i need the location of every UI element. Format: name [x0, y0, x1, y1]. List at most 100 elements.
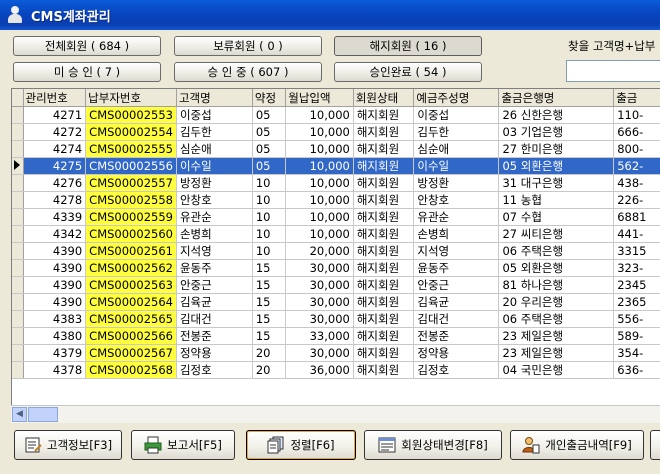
- table-cell[interactable]: CMS00002567: [85, 344, 177, 362]
- table-row[interactable]: 4278 CMS00002558 안창호 10 10,000 해지회원 안창호 11 농협 22…: [12, 191, 660, 209]
- table-cell[interactable]: 해지회원: [353, 174, 415, 192]
- table-row[interactable]: 4380 CMS00002566 전봉준 15 33,000 해지회원 전봉준 23 제일은행…: [12, 327, 660, 345]
- table-cell[interactable]: 해지회원: [353, 310, 415, 328]
- table-cell[interactable]: 26 신한은행: [498, 106, 615, 124]
- table-cell[interactable]: 해지회원: [353, 259, 415, 277]
- report-button[interactable]: 보고서[F5]: [131, 430, 235, 460]
- table-cell[interactable]: 6881: [613, 208, 660, 226]
- table-cell[interactable]: 김두한: [413, 123, 500, 141]
- table-cell[interactable]: 05 외환은행: [498, 157, 615, 175]
- table-cell[interactable]: 해지회원: [353, 157, 415, 175]
- table-cell[interactable]: 10: [252, 174, 287, 192]
- table-cell[interactable]: 김육균: [413, 293, 500, 311]
- table-cell[interactable]: 562-: [613, 157, 660, 175]
- table-cell[interactable]: 해지회원: [353, 344, 415, 362]
- row-indicator[interactable]: [12, 361, 24, 379]
- table-cell[interactable]: 안창호: [413, 191, 500, 209]
- table-cell[interactable]: CMS00002562: [85, 259, 177, 277]
- table-cell[interactable]: CMS00002563: [85, 276, 177, 294]
- table-cell[interactable]: 15: [252, 327, 287, 345]
- column-header[interactable]: 고객명: [176, 89, 253, 107]
- row-indicator[interactable]: [12, 123, 24, 141]
- table-cell[interactable]: 354-: [613, 344, 660, 362]
- table-cell[interactable]: 110-: [613, 106, 660, 124]
- table-cell[interactable]: 10,000: [285, 191, 354, 209]
- table-row[interactable]: 4390 CMS00002564 김육균 15 30,000 해지회원 김육균 20 우리은행…: [12, 293, 660, 311]
- table-cell[interactable]: 589-: [613, 327, 660, 345]
- table-cell[interactable]: 심순애: [176, 140, 253, 158]
- table-cell[interactable]: 손병희: [176, 225, 253, 243]
- table-cell[interactable]: 10: [252, 225, 287, 243]
- row-indicator[interactable]: [12, 242, 24, 260]
- table-cell[interactable]: CMS00002566: [85, 327, 177, 345]
- table-cell[interactable]: 김대건: [413, 310, 500, 328]
- table-row[interactable]: 4342 CMS00002560 손병희 10 10,000 해지회원 손병희 27 씨티은행…: [12, 225, 660, 243]
- table-cell[interactable]: 유관순: [413, 208, 500, 226]
- table-cell[interactable]: CMS00002554: [85, 123, 177, 141]
- scroll-thumb[interactable]: [28, 407, 58, 422]
- table-cell[interactable]: CMS00002555: [85, 140, 177, 158]
- table-cell[interactable]: 33,000: [285, 327, 354, 345]
- table-cell[interactable]: 4272: [23, 123, 87, 141]
- filter-unapproved-button[interactable]: 미 승 인 ( 7 ): [13, 62, 161, 82]
- table-cell[interactable]: 23 제일은행: [498, 327, 615, 345]
- table-cell[interactable]: 20: [252, 361, 287, 379]
- table-cell[interactable]: 15: [252, 293, 287, 311]
- table-row[interactable]: 4390 CMS00002563 안중근 15 30,000 해지회원 안중근 81 하나은행…: [12, 276, 660, 294]
- table-cell[interactable]: 이중섭: [176, 106, 253, 124]
- table-cell[interactable]: 05: [252, 140, 287, 158]
- table-row[interactable]: 4276 CMS00002557 방정환 10 10,000 해지회원 방정환 31 대구은행…: [12, 174, 660, 192]
- column-header[interactable]: 납부자번호: [85, 89, 177, 107]
- search-input[interactable]: [566, 60, 660, 82]
- column-header[interactable]: 출금은행명: [498, 89, 615, 107]
- table-cell[interactable]: 방정환: [413, 174, 500, 192]
- table-cell[interactable]: 2345: [613, 276, 660, 294]
- table-cell[interactable]: 4390: [23, 276, 87, 294]
- table-cell[interactable]: 15: [252, 310, 287, 328]
- filter-approving-button[interactable]: 승 인 중 ( 607 ): [174, 62, 322, 82]
- table-cell[interactable]: 10: [252, 208, 287, 226]
- table-cell[interactable]: 15: [252, 276, 287, 294]
- table-cell[interactable]: 30,000: [285, 293, 354, 311]
- table-cell[interactable]: 30,000: [285, 276, 354, 294]
- row-indicator[interactable]: [12, 157, 24, 175]
- row-indicator[interactable]: [12, 327, 24, 345]
- table-row[interactable]: 4390 CMS00002561 지석영 10 20,000 해지회원 지석영 06 주택은행…: [12, 242, 660, 260]
- column-header[interactable]: 예금주성명: [413, 89, 500, 107]
- table-cell[interactable]: 04 국민은행: [498, 361, 615, 379]
- table-cell[interactable]: CMS00002560: [85, 225, 177, 243]
- row-indicator[interactable]: [12, 344, 24, 362]
- table-cell[interactable]: 27 씨티은행: [498, 225, 615, 243]
- table-cell[interactable]: 4275: [23, 157, 87, 175]
- table-cell[interactable]: 정약용: [176, 344, 253, 362]
- scroll-left-icon[interactable]: ◀: [12, 407, 27, 422]
- table-cell[interactable]: 심순애: [413, 140, 500, 158]
- table-cell[interactable]: 06 주택은행: [498, 242, 615, 260]
- table-cell[interactable]: 해지회원: [353, 208, 415, 226]
- row-indicator[interactable]: [12, 140, 24, 158]
- table-cell[interactable]: 윤동주: [176, 259, 253, 277]
- table-cell[interactable]: 3315: [613, 242, 660, 260]
- table-cell[interactable]: CMS00002561: [85, 242, 177, 260]
- table-cell[interactable]: 10,000: [285, 106, 354, 124]
- table-row[interactable]: 4339 CMS00002559 유관순 10 10,000 해지회원 유관순 07 수협 68…: [12, 208, 660, 226]
- table-cell[interactable]: 10,000: [285, 123, 354, 141]
- table-cell[interactable]: 226-: [613, 191, 660, 209]
- row-indicator[interactable]: [12, 208, 24, 226]
- table-cell[interactable]: 해지회원: [353, 276, 415, 294]
- table-cell[interactable]: CMS00002568: [85, 361, 177, 379]
- row-indicator[interactable]: [12, 106, 24, 124]
- column-header[interactable]: 관리번호: [23, 89, 87, 107]
- table-cell[interactable]: 05: [252, 123, 287, 141]
- column-header[interactable]: 월납입액: [285, 89, 354, 107]
- table-cell[interactable]: 05: [252, 106, 287, 124]
- table-cell[interactable]: 유관순: [176, 208, 253, 226]
- member-grid[interactable]: 관리번호 납부자번호 고객명 약정 월납입액 회원상태 예금주성명 출금은행명 출금 4271 C…: [11, 88, 660, 408]
- table-cell[interactable]: 4383: [23, 310, 87, 328]
- filter-approved-button[interactable]: 승인완료 ( 54 ): [334, 62, 482, 82]
- sort-button[interactable]: 정렬[F6]: [246, 430, 356, 460]
- table-cell[interactable]: 해지회원: [353, 106, 415, 124]
- table-cell[interactable]: 10,000: [285, 208, 354, 226]
- column-header[interactable]: 약정: [252, 89, 287, 107]
- table-cell[interactable]: CMS00002557: [85, 174, 177, 192]
